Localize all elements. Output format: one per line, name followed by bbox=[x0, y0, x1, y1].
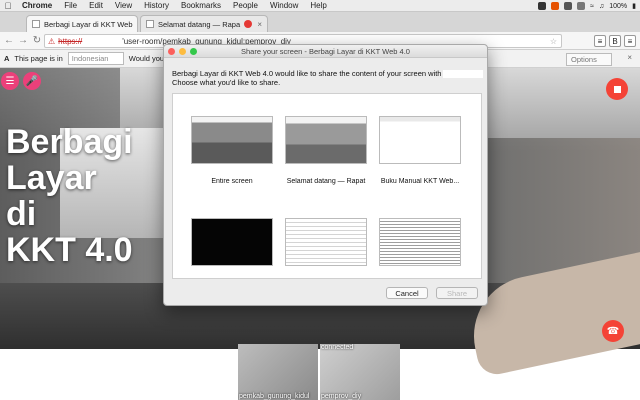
tray-app-icon[interactable] bbox=[551, 2, 560, 10]
bookmark-star-icon[interactable]: ☆ bbox=[550, 37, 557, 46]
page-favicon-icon bbox=[32, 20, 40, 28]
source-thumbnail bbox=[285, 116, 367, 164]
tab-title: Berbagi Layar di KKT Web bbox=[44, 19, 133, 29]
status-area: ≈ ♫ 100% ▮ bbox=[538, 0, 636, 12]
extension-icon[interactable]: ≡ bbox=[594, 35, 606, 47]
page-favicon-icon bbox=[146, 20, 154, 28]
translate-message: This page is in bbox=[14, 54, 63, 63]
chrome-menu-icon[interactable]: ≡ bbox=[624, 35, 636, 47]
battery-percent: 100% bbox=[609, 2, 628, 10]
tab-berbagi-layar[interactable]: Berbagi Layar di KKT Web × bbox=[26, 15, 138, 32]
translate-options-button[interactable]: Options bbox=[566, 53, 612, 66]
tab-selamat-datang[interactable]: Selamat datang — Rapa × bbox=[140, 15, 268, 32]
source-thumbnail bbox=[191, 218, 273, 266]
share-source-window[interactable] bbox=[191, 218, 273, 266]
language-select[interactable]: Indonesian bbox=[67, 52, 124, 65]
translate-close-icon[interactable]: × bbox=[627, 53, 632, 62]
microphone-button[interactable]: 🎤 bbox=[23, 72, 41, 90]
volume-icon[interactable]: ♫ bbox=[599, 3, 604, 10]
participant-thumbnail[interactable]: connected pemprov_diy bbox=[320, 344, 400, 400]
window-controls bbox=[168, 48, 197, 55]
menu-help[interactable]: Help bbox=[304, 1, 332, 10]
chat-button[interactable]: ☰ bbox=[1, 72, 19, 90]
apple-icon[interactable]:  bbox=[0, 1, 16, 11]
stop-button[interactable] bbox=[606, 78, 628, 100]
hangup-button[interactable]: ☎ bbox=[602, 320, 624, 342]
participant-status: connected bbox=[321, 344, 354, 351]
tab-title: Selamat datang — Rapa bbox=[158, 19, 241, 29]
microphone-icon: 🎤 bbox=[25, 75, 39, 87]
share-source-entire-screen[interactable]: Entire screen bbox=[191, 116, 273, 185]
tab-close-icon[interactable]: × bbox=[137, 20, 138, 29]
source-label: Entire screen bbox=[211, 178, 253, 185]
share-source-buku-manual[interactable]: Buku Manual KKT Web... bbox=[379, 116, 461, 185]
hangup-icon: ☎ bbox=[606, 325, 620, 337]
close-window-icon[interactable] bbox=[168, 48, 175, 55]
battery-icon[interactable]: ▮ bbox=[632, 2, 636, 10]
source-thumbnail bbox=[379, 116, 461, 164]
participant-thumbnail[interactable]: pemkab_gunung_kidul bbox=[238, 344, 318, 400]
tray-app-icon[interactable] bbox=[577, 2, 586, 10]
dialog-message: Berbagi Layar di KKT Web 4.0 would like … bbox=[172, 69, 484, 87]
forward-icon[interactable]: → bbox=[18, 35, 28, 46]
source-label: Selamat datang — Rapat bbox=[286, 178, 366, 185]
source-thumbnail bbox=[285, 218, 367, 266]
participant-thumbnails: pemkab_gunung_kidul connected pemprov_di… bbox=[238, 344, 400, 400]
source-label: Buku Manual KKT Web... bbox=[380, 178, 460, 185]
back-icon[interactable]: ← bbox=[4, 35, 14, 46]
dialog-titlebar: Share your screen - Berbagi Layar di KKT… bbox=[164, 45, 487, 58]
share-button[interactable]: Share bbox=[436, 287, 478, 299]
tab-strip: Berbagi Layar di KKT Web × Selamat datan… bbox=[0, 12, 640, 32]
menu-edit[interactable]: Edit bbox=[83, 1, 109, 10]
menu-bookmarks[interactable]: Bookmarks bbox=[175, 1, 227, 10]
source-thumbnail bbox=[379, 218, 461, 266]
stop-icon bbox=[613, 85, 621, 93]
translate-icon: A bbox=[4, 54, 10, 63]
participant-name: pemkab_gunung_kidul bbox=[239, 393, 310, 400]
cancel-button[interactable]: Cancel bbox=[386, 287, 428, 299]
share-source-grid: Entire screen Selamat datang — Rapat Buk… bbox=[172, 93, 482, 279]
share-source-tab-rapat[interactable]: Selamat datang — Rapat bbox=[285, 116, 367, 185]
share-source-window[interactable] bbox=[379, 218, 461, 266]
chat-icon: ☰ bbox=[5, 75, 15, 87]
share-screen-dialog: Share your screen - Berbagi Layar di KKT… bbox=[163, 44, 488, 306]
page-title: Berbagi Layar di KKT 4.0 bbox=[6, 123, 133, 269]
menu-history[interactable]: History bbox=[138, 1, 175, 10]
source-thumbnail bbox=[191, 116, 273, 164]
tray-app-icon[interactable] bbox=[538, 2, 547, 10]
wifi-icon[interactable]: ≈ bbox=[590, 3, 594, 10]
tray-app-icon[interactable] bbox=[564, 2, 573, 10]
menu-people[interactable]: People bbox=[227, 1, 264, 10]
dialog-title: Share your screen - Berbagi Layar di KKT… bbox=[241, 47, 410, 56]
menu-file[interactable]: File bbox=[58, 1, 83, 10]
menu-window[interactable]: Window bbox=[264, 1, 304, 10]
minimize-window-icon[interactable] bbox=[179, 48, 186, 55]
extension-buttons: ≡ B ≡ bbox=[594, 35, 636, 47]
menu-bar:  Chrome File Edit View History Bookmark… bbox=[0, 0, 640, 12]
menu-app-chrome[interactable]: Chrome bbox=[16, 1, 58, 10]
reload-icon[interactable]: ↻ bbox=[32, 35, 42, 46]
tab-close-icon[interactable]: × bbox=[257, 20, 262, 29]
zoom-window-icon[interactable] bbox=[190, 48, 197, 55]
recording-icon bbox=[244, 20, 253, 28]
insecure-lock-icon[interactable]: ⚠ bbox=[48, 37, 55, 46]
share-source-window[interactable] bbox=[285, 218, 367, 266]
participant-name: pemprov_diy bbox=[321, 393, 362, 400]
url-scheme: https:// bbox=[58, 36, 83, 46]
extension-icon[interactable]: B bbox=[609, 35, 621, 47]
menu-view[interactable]: View bbox=[109, 1, 138, 10]
